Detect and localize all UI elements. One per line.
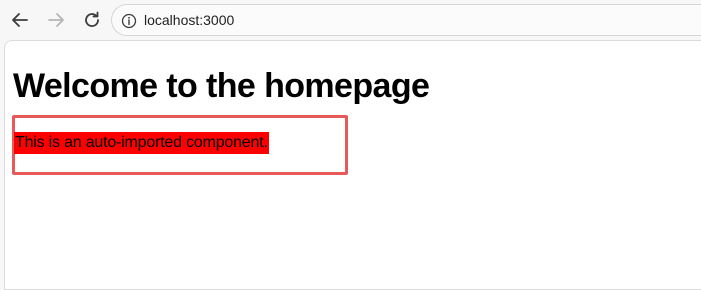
auto-imported-component: This is an auto-imported component.	[14, 132, 269, 154]
arrow-left-icon	[12, 13, 28, 27]
page-title: Welcome to the homepage	[13, 67, 430, 105]
forward-button[interactable]	[44, 8, 68, 32]
browser-toolbar: localhost:3000	[0, 0, 701, 40]
reload-icon	[85, 11, 99, 27]
back-button[interactable]	[8, 8, 32, 32]
reload-button[interactable]	[80, 8, 104, 32]
page-viewport: Welcome to the homepage This is an auto-…	[4, 40, 701, 290]
address-bar[interactable]: localhost:3000	[111, 4, 701, 36]
url-text[interactable]: localhost:3000	[144, 12, 234, 28]
info-icon[interactable]	[121, 13, 137, 29]
arrow-right-icon	[48, 13, 64, 27]
